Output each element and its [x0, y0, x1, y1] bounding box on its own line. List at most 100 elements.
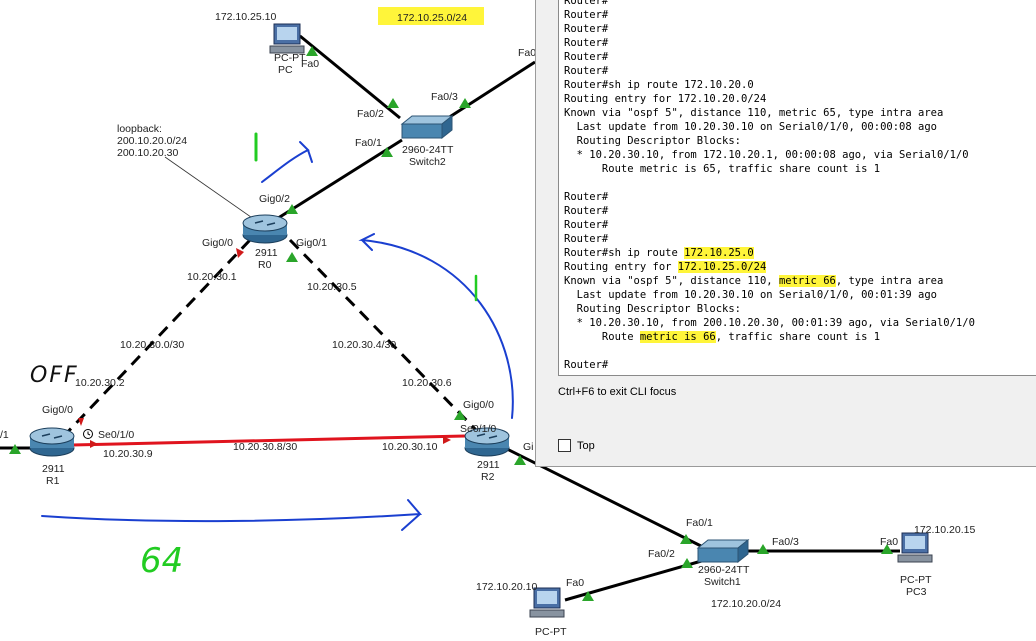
- r1-left-port: /1: [0, 429, 9, 441]
- cli-text: Router#: [564, 23, 609, 35]
- switch1-fa02: Fa0/2: [648, 548, 675, 560]
- pc-top-ip: 172.10.25.10: [215, 11, 276, 23]
- port-up-icon: [454, 410, 466, 420]
- cli-text: Router#: [564, 0, 609, 7]
- subnet-r0-r2: 10.20.30.4/30: [332, 339, 396, 351]
- cli-text: Router#: [564, 65, 609, 77]
- cli-highlight: 172.10.25.0/24: [677, 261, 767, 273]
- cli-text: * 10.20.30.10, from 172.10.20.1, 00:00:0…: [564, 149, 969, 161]
- switch1-model: 2960-24TT: [698, 564, 750, 576]
- annotation-cost: 64: [140, 541, 183, 581]
- cli-line: [564, 176, 975, 190]
- cli-text: Router#: [564, 51, 609, 63]
- cli-line: Router#: [564, 0, 975, 8]
- cli-text: , traffic share count is 1: [715, 331, 881, 343]
- router-icon: [29, 427, 75, 445]
- switch2: [400, 114, 454, 140]
- r1-se010: Se0/1/0: [98, 429, 134, 441]
- port-down-icon: [90, 440, 98, 448]
- r0-ip-gig00: 10.20.30.1: [187, 271, 237, 283]
- pc3: [897, 532, 933, 563]
- cli-text: Router#: [564, 359, 609, 371]
- r0-ip-gig01: 10.20.30.5: [307, 281, 357, 293]
- switch2-name: Switch2: [409, 156, 446, 168]
- switch1-fa03: Fa0/3: [772, 536, 799, 548]
- router-icon: [242, 214, 288, 232]
- subnet-r0-r1: 10.20.30.0/30: [120, 339, 184, 351]
- loopback-pointer: [164, 156, 259, 223]
- cli-text: Routing Descriptor Blocks:: [564, 135, 742, 147]
- cli-text: Router#: [564, 205, 609, 217]
- cli-text: , type intra area: [835, 275, 944, 287]
- cli-text: Router#: [564, 9, 609, 21]
- annotation-off: OFF: [30, 363, 79, 388]
- r1-model: 2911: [42, 463, 65, 475]
- switch-icon: [697, 547, 739, 563]
- cli-line: [564, 344, 975, 358]
- loopback-ip: 200.10.20.30: [117, 147, 178, 159]
- pc3-name: PC3: [906, 586, 927, 598]
- clock-icon: [83, 429, 93, 439]
- cli-text: Last update from 10.20.30.10 on Serial0/…: [564, 289, 937, 301]
- cli-line: Router#sh ip route 172.10.25.0: [564, 246, 975, 260]
- bottom-lan-subnet: 172.10.20.0/24: [711, 598, 781, 610]
- link-pc-switch2: [299, 34, 401, 120]
- cli-line: Router#: [564, 22, 975, 36]
- r2-model: 2911: [477, 459, 500, 471]
- r2-se010: Se0/1/0: [460, 423, 496, 435]
- cli-line: Router#: [564, 64, 975, 78]
- r1-ip-se: 10.20.30.9: [103, 448, 153, 460]
- cli-focus-hint: Ctrl+F6 to exit CLI focus: [558, 386, 677, 398]
- r2-gig-partial: Gi: [523, 441, 534, 453]
- cli-text: Route: [564, 331, 640, 343]
- pc-top: [269, 23, 305, 54]
- top-lan-subnet: 172.10.25.0/24: [397, 12, 467, 24]
- switch1-fa01: Fa0/1: [686, 517, 713, 529]
- cli-line: Router#: [564, 36, 975, 50]
- cli-line: * 10.20.30.10, from 172.10.20.1, 00:00:0…: [564, 148, 975, 162]
- cli-line: Router#: [564, 50, 975, 64]
- switch1: [696, 538, 750, 564]
- cli-text: Router#: [564, 37, 609, 49]
- switch2-fa02: Fa0/2: [357, 108, 384, 120]
- switch2-fa03: Fa0/3: [431, 91, 458, 103]
- cli-text: Route metric is 65, traffic share count …: [564, 163, 881, 175]
- pc-bottom-model: PC-PT: [535, 626, 567, 638]
- r2-ip-se: 10.20.30.10: [382, 441, 438, 453]
- cli-text: Routing entry for 172.10.20.0/24: [564, 93, 767, 105]
- cli-highlight: metric is 66: [639, 331, 716, 343]
- cli-text: Router#sh ip route 172.10.20.0: [564, 79, 754, 91]
- top-checkbox-row[interactable]: Top: [558, 439, 595, 452]
- pc-top-name: PC: [278, 64, 293, 76]
- cli-terminal[interactable]: Router# Router# Router# Router# Router# Route…: [558, 0, 1036, 376]
- cli-text: * 10.20.30.10, from 200.10.20.30, 00:01:…: [564, 317, 975, 329]
- link-switch2-uplink: [447, 60, 536, 120]
- cli-line: * 10.20.30.10, from 200.10.20.30, 00:01:…: [564, 316, 975, 330]
- router-r1: [29, 427, 75, 457]
- r0-name: R0: [258, 259, 272, 271]
- cli-text: Routing Descriptor Blocks:: [564, 303, 742, 315]
- cli-text: Router#: [564, 191, 609, 203]
- subnet-r1-r2: 10.20.30.8/30: [233, 441, 297, 453]
- port-up-icon: [286, 252, 298, 262]
- cli-line: Routing Descriptor Blocks:: [564, 134, 975, 148]
- cli-text: Routing entry for: [564, 261, 678, 273]
- loopback-net: 200.10.20.0/24: [117, 135, 187, 147]
- pc-bottom-iface: Fa0: [566, 577, 584, 589]
- link-r0-r2: [288, 238, 480, 434]
- annotation-arrow-blue: [261, 141, 313, 183]
- r1-ip-gig00: 10.20.30.2: [75, 377, 125, 389]
- cli-text: Router#: [564, 219, 609, 231]
- annotation-arrow-blue: [41, 499, 423, 531]
- cli-line: Router#: [564, 232, 975, 246]
- switch1-name: Switch1: [704, 576, 741, 588]
- cli-line: Router#: [564, 218, 975, 232]
- cli-text: Last update from 10.20.30.10 on Serial0/…: [564, 121, 937, 133]
- port-up-icon: [387, 98, 399, 108]
- router-r0: [242, 214, 288, 244]
- cli-line: Known via "ospf 5", distance 110, metric…: [564, 274, 975, 288]
- top-checkbox[interactable]: [558, 439, 571, 452]
- cli-line: Last update from 10.20.30.10 on Serial0/…: [564, 120, 975, 134]
- cli-window: Router# Router# Router# Router# Router# Route…: [535, 0, 1036, 467]
- cli-highlight: 172.10.25.0: [684, 247, 754, 259]
